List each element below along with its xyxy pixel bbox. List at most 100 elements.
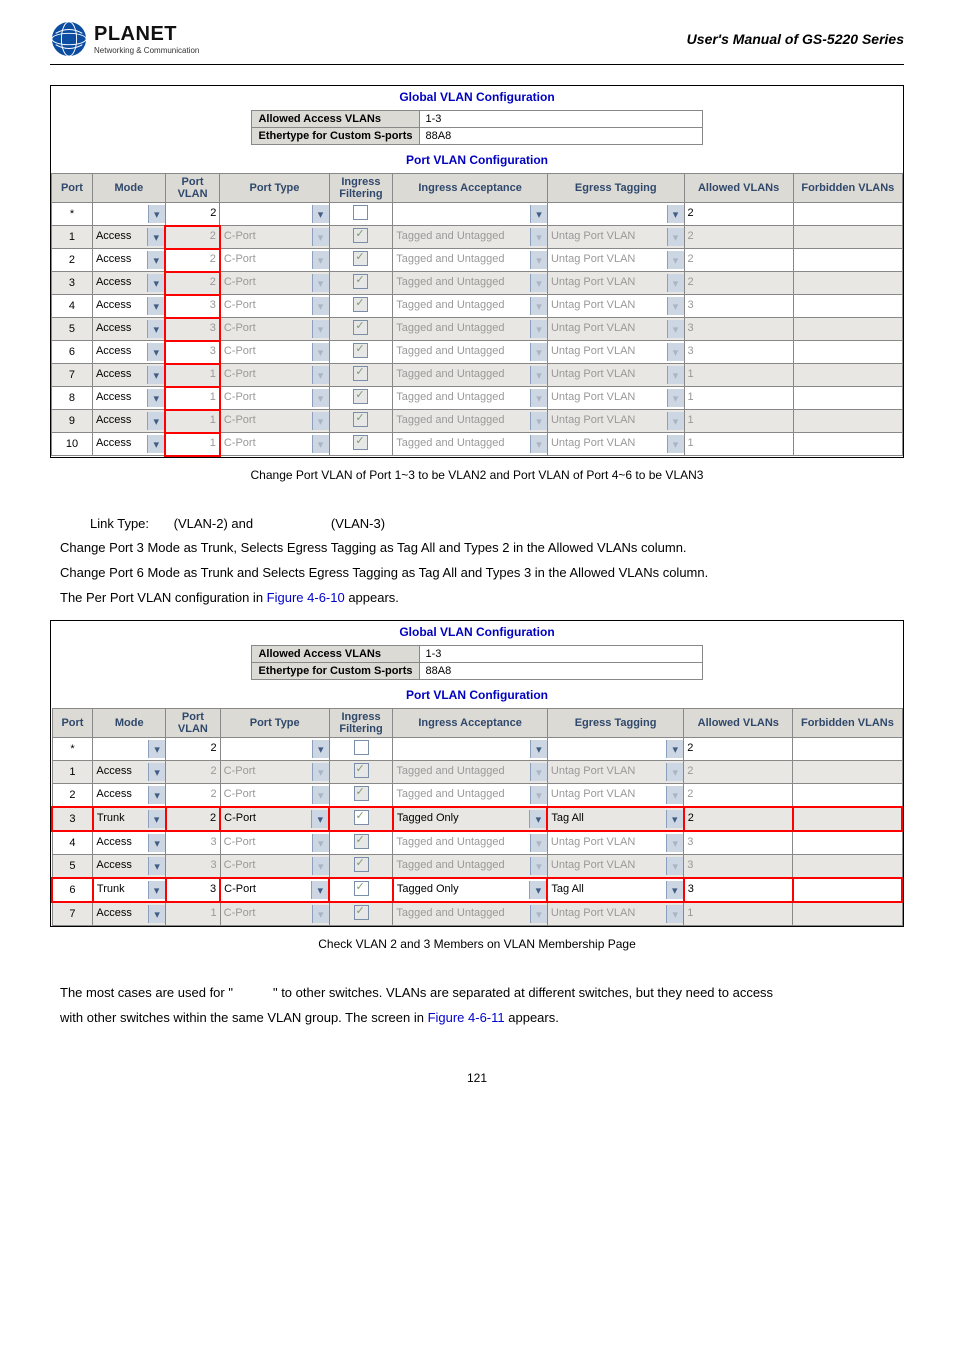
dropdown[interactable]: Access▾ [93, 857, 165, 875]
dropdown[interactable]: ▾ [93, 205, 165, 223]
dropdown: Untag Port VLAN▾ [548, 343, 684, 361]
dropdown[interactable]: Tag All▾ [548, 881, 682, 899]
text-input[interactable] [794, 274, 902, 292]
dropdown[interactable]: ▾ [220, 205, 328, 223]
chevron-down-icon: ▾ [312, 366, 329, 384]
dropdown[interactable]: Access▾ [93, 763, 165, 781]
link-type-vlan2: (VLAN-2) and [174, 512, 264, 537]
text-input[interactable] [793, 740, 901, 758]
dropdown[interactable]: ▾ [393, 205, 547, 223]
dropdown[interactable]: Access▾ [93, 366, 164, 384]
checkbox[interactable] [353, 205, 368, 220]
port-cell: 7 [52, 902, 93, 926]
text-input[interactable] [794, 389, 902, 407]
dropdown[interactable]: Access▾ [93, 786, 165, 804]
text-input[interactable] [793, 763, 901, 781]
port-cell: 1 [52, 761, 93, 784]
text-input[interactable] [794, 810, 901, 828]
number-input: 2 [166, 786, 220, 804]
text-input[interactable] [794, 435, 902, 453]
allowed-access-vlans-value-2[interactable]: 1-3 [426, 648, 442, 660]
dropdown[interactable]: Trunk▾ [94, 810, 165, 828]
checkbox [353, 343, 368, 358]
dropdown[interactable]: Access▾ [93, 834, 165, 852]
text-input: 2 [684, 763, 792, 781]
checkbox[interactable] [354, 881, 369, 896]
text-input: 2 [685, 228, 793, 246]
checkbox [354, 786, 369, 801]
checkbox[interactable] [354, 810, 369, 825]
text-input[interactable] [793, 834, 901, 852]
text-input[interactable]: 2 [685, 205, 793, 223]
text-input: 3 [685, 320, 793, 338]
dropdown: Tagged and Untagged▾ [393, 905, 547, 923]
global-vlan-params-2: Allowed Access VLANs 1-3 Ethertype for C… [251, 645, 702, 680]
text-input[interactable] [794, 366, 902, 384]
dropdown: Untag Port VLAN▾ [548, 412, 684, 430]
dropdown[interactable]: Access▾ [93, 228, 164, 246]
allowed-access-vlans-value[interactable]: 1-3 [426, 113, 442, 125]
dropdown[interactable]: ▾ [93, 740, 165, 758]
number-input[interactable]: 2 [167, 810, 220, 828]
global-vlan-params: Allowed Access VLANs 1-3 Ethertype for C… [251, 110, 702, 145]
dropdown[interactable]: Access▾ [93, 412, 164, 430]
text-input[interactable]: 3 [685, 881, 792, 899]
checkbox [354, 857, 369, 872]
dropdown[interactable]: Access▾ [93, 274, 164, 292]
dropdown: Tagged and Untagged▾ [393, 412, 547, 430]
dropdown: C-Port▾ [221, 343, 329, 361]
ethertype-value-2[interactable]: 88A8 [426, 665, 452, 677]
dropdown[interactable]: ▾ [548, 740, 683, 758]
text-input[interactable]: 2 [685, 810, 792, 828]
dropdown[interactable]: Access▾ [93, 389, 164, 407]
chevron-down-icon: ▾ [148, 857, 165, 875]
text-input[interactable] [794, 251, 902, 269]
table-row: 4Access▾3C-Port▾Tagged and Untagged▾Unta… [52, 295, 903, 318]
text-input[interactable] [794, 343, 902, 361]
dropdown[interactable]: Access▾ [93, 343, 164, 361]
text-input[interactable]: 2 [684, 740, 792, 758]
chevron-down-icon: ▾ [530, 834, 547, 852]
text-input[interactable] [794, 297, 902, 315]
number-input: 3 [166, 297, 219, 315]
dropdown: Untag Port VLAN▾ [548, 274, 684, 292]
dropdown[interactable]: Tag All▾ [548, 810, 682, 828]
dropdown[interactable]: Access▾ [93, 435, 164, 453]
chevron-down-icon: ▾ [529, 881, 546, 899]
dropdown[interactable]: Tagged Only▾ [394, 881, 547, 899]
number-input[interactable]: 2 [166, 205, 220, 223]
ethertype-value[interactable]: 88A8 [426, 130, 452, 142]
number-input[interactable]: 3 [167, 881, 220, 899]
port-cell: 6 [52, 341, 93, 364]
col-allowed-vlans: Allowed VLANs [684, 174, 793, 203]
global-vlan-title: Global VLAN Configuration [51, 86, 903, 108]
text-input[interactable] [793, 786, 901, 804]
dropdown[interactable]: ▾ [221, 740, 329, 758]
dropdown[interactable]: Access▾ [93, 297, 164, 315]
chevron-down-icon: ▾ [530, 905, 547, 923]
dropdown[interactable]: ▾ [393, 740, 547, 758]
dropdown[interactable]: ▾ [548, 205, 684, 223]
checkbox[interactable] [354, 740, 369, 755]
text-input[interactable] [793, 857, 901, 875]
text-input[interactable] [794, 205, 902, 223]
dropdown[interactable]: Tagged Only▾ [394, 810, 547, 828]
brand-name: PLANET [94, 23, 199, 46]
text-input[interactable] [793, 905, 901, 923]
text-input[interactable] [794, 228, 902, 246]
text-input[interactable] [794, 320, 902, 338]
dropdown: Tagged and Untagged▾ [393, 366, 547, 384]
chevron-down-icon: ▾ [666, 763, 683, 781]
dropdown[interactable]: C-Port▾ [221, 810, 328, 828]
table-row: 4Access▾3C-Port▾Tagged and Untagged▾Unta… [52, 831, 902, 855]
dropdown[interactable]: Access▾ [93, 320, 164, 338]
global-vlan-title-2: Global VLAN Configuration [51, 621, 903, 643]
dropdown[interactable]: Access▾ [93, 251, 164, 269]
dropdown[interactable]: Trunk▾ [94, 881, 165, 899]
dropdown[interactable]: C-Port▾ [221, 881, 328, 899]
text-input[interactable] [794, 881, 901, 899]
text-input[interactable] [794, 412, 902, 430]
number-input[interactable]: 2 [166, 740, 220, 758]
dropdown[interactable]: Access▾ [93, 905, 165, 923]
checkbox [354, 763, 369, 778]
